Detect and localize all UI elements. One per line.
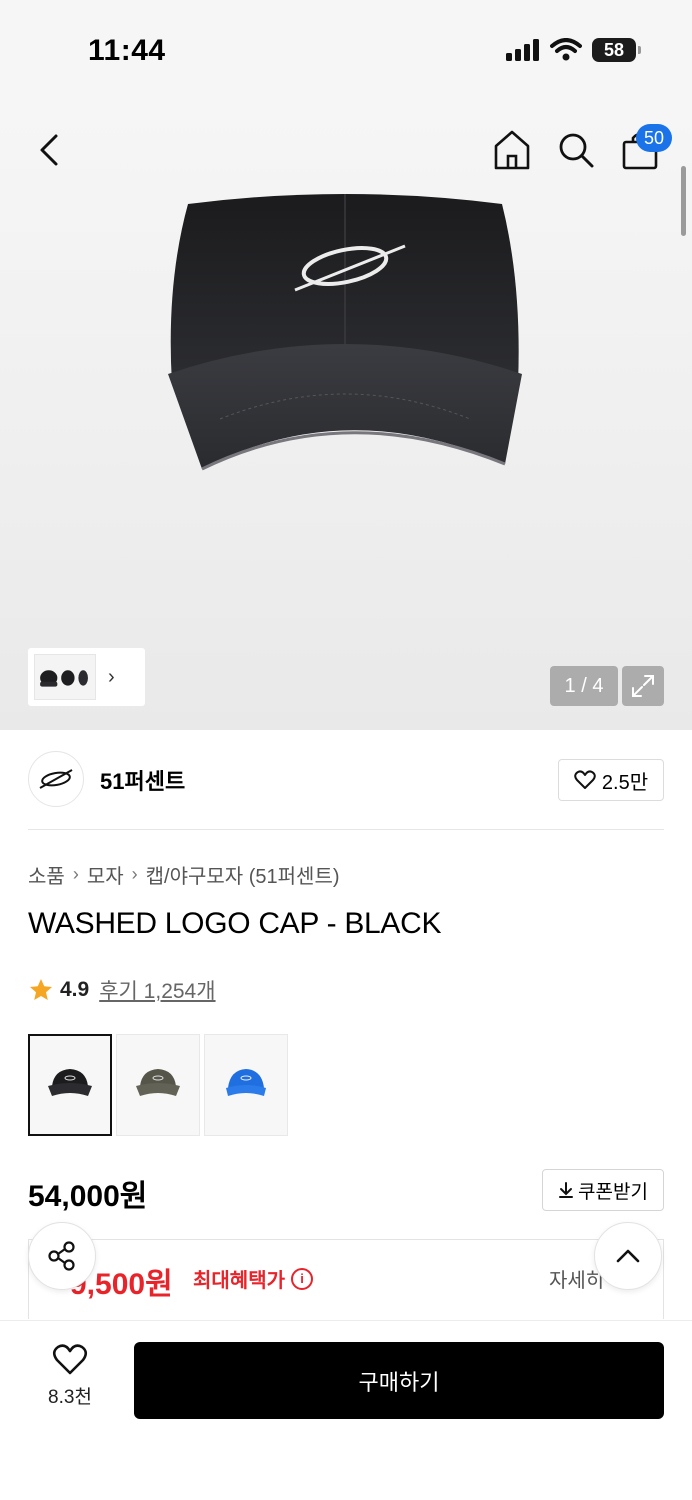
search-icon[interactable] — [556, 128, 596, 172]
heart-icon — [52, 1344, 88, 1375]
battery-indicator: 58 — [592, 38, 641, 62]
chevron-right-icon: › — [72, 864, 79, 884]
chevron-right-icon: › — [131, 864, 138, 884]
color-option-blue[interactable] — [204, 1034, 288, 1136]
brand-logo-icon — [39, 769, 73, 789]
color-options — [28, 1034, 288, 1136]
thumbnail-image[interactable] — [34, 654, 96, 700]
signal-icon — [506, 39, 539, 61]
star-icon — [30, 979, 52, 1000]
expand-icon — [632, 675, 654, 697]
breadcrumb-item[interactable]: 모자 — [87, 860, 124, 889]
review-count-link[interactable]: 후기 1,254개 — [99, 975, 215, 1005]
wishlist-button[interactable]: 8.3천 — [40, 1344, 100, 1409]
breadcrumb-item[interactable]: 소품 — [28, 860, 65, 889]
share-icon — [48, 1241, 75, 1271]
wishlist-count: 8.3천 — [48, 1387, 92, 1408]
scroll-top-button[interactable] — [594, 1222, 662, 1290]
swatch-image — [136, 1069, 180, 1096]
coupon-label: 쿠폰받기 — [578, 1181, 648, 1203]
image-page-counter: 1 / 4 — [550, 666, 618, 706]
breadcrumb-item[interactable]: 캡/야구모자 (51퍼센트) — [146, 860, 340, 889]
chevron-right-icon[interactable]: › — [108, 666, 115, 689]
divider — [28, 829, 664, 830]
product-image — [168, 194, 522, 471]
product-rating: 4.9 후기 1,254개 — [28, 975, 216, 1005]
info-icon[interactable]: i — [291, 1267, 313, 1290]
cart-count-badge: 50 — [636, 124, 672, 152]
download-icon — [559, 1182, 574, 1198]
brand-logo[interactable] — [28, 751, 84, 807]
swatch-image — [48, 1069, 92, 1096]
expand-button[interactable] — [622, 666, 664, 706]
product-title: WASHED LOGO CAP - BLACK — [28, 907, 442, 940]
color-option-khaki[interactable] — [116, 1034, 200, 1136]
breadcrumb: 소품 › 모자 › 캡/야구모자 (51퍼센트) — [28, 860, 340, 889]
product-price: 54,000원 — [28, 1180, 148, 1213]
status-icons: 58 — [506, 38, 641, 62]
wifi-icon — [550, 38, 582, 61]
benefit-label-text: 최대혜택가 — [193, 1270, 285, 1292]
rating-score: 4.9 — [60, 978, 90, 1001]
buy-button[interactable]: 구매하기 — [134, 1342, 664, 1419]
status-bar: 11:44 58 — [0, 0, 692, 100]
heart-icon — [574, 770, 596, 789]
brand-like-button[interactable]: 2.5만 — [558, 759, 664, 801]
coupon-download-button[interactable]: 쿠폰받기 — [542, 1169, 664, 1211]
chevron-up-icon — [616, 1249, 640, 1263]
color-option-black[interactable] — [28, 1034, 112, 1136]
thumbnail-strip[interactable]: › — [28, 648, 145, 706]
scroll-indicator — [681, 166, 686, 236]
back-icon[interactable] — [30, 128, 70, 172]
share-button[interactable] — [28, 1222, 96, 1290]
brand-like-count: 2.5만 — [601, 771, 649, 794]
status-time: 11:44 — [88, 34, 166, 67]
brand-name[interactable]: 51퍼센트 — [100, 764, 185, 796]
benefit-label: 최대혜택가 i — [193, 1264, 313, 1293]
home-icon[interactable] — [492, 128, 532, 172]
swatch-image — [226, 1069, 266, 1096]
